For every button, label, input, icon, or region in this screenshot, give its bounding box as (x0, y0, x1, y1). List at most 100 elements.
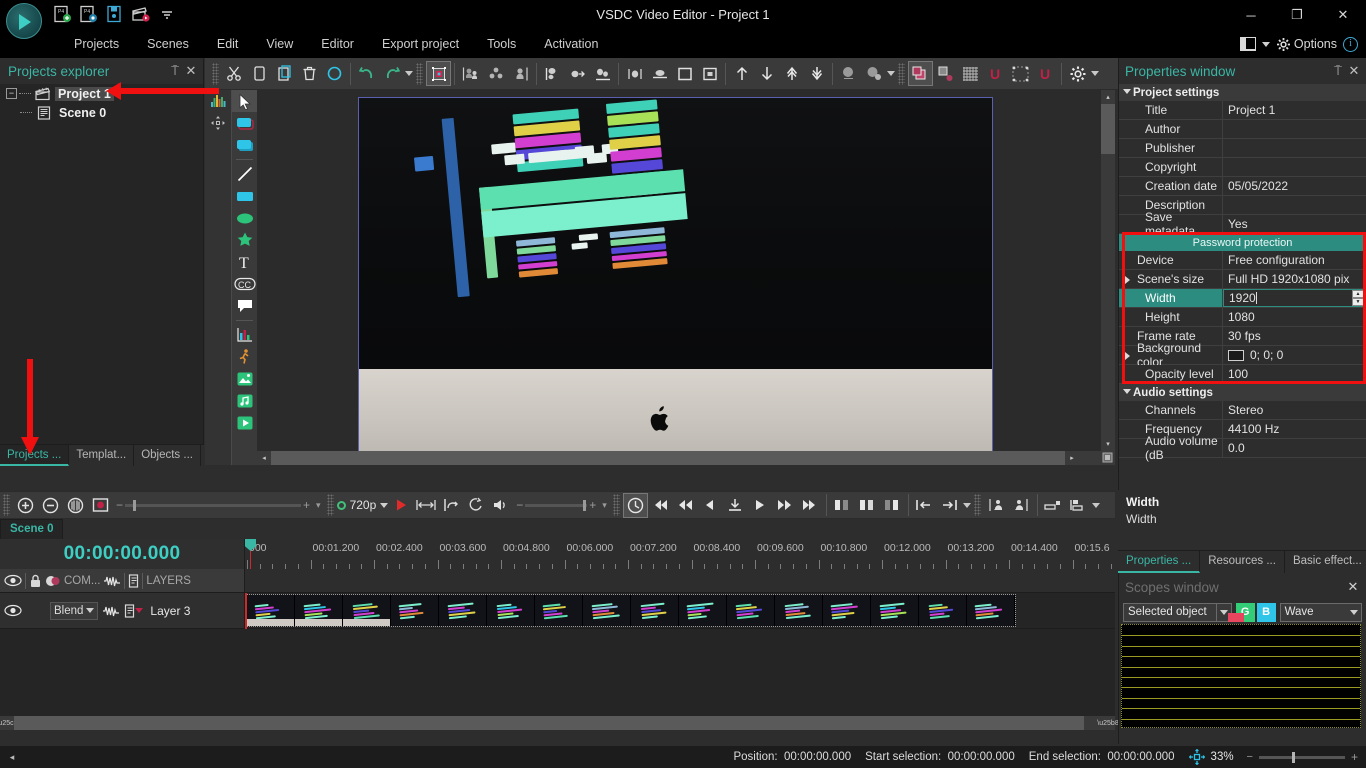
layer-visibility-eye-icon[interactable] (4, 604, 22, 617)
timeline-dropdown-icon[interactable] (1091, 502, 1100, 508)
playback-toolbar-grip[interactable] (326, 494, 334, 516)
move-up-icon[interactable] (729, 61, 754, 86)
chart-icon[interactable] (232, 324, 258, 346)
zoom-toolbar-grip[interactable] (3, 494, 10, 516)
settings-dropdown-icon[interactable] (1091, 71, 1099, 76)
spinner-down-icon[interactable]: ▼ (1352, 298, 1364, 306)
property-value[interactable] (1223, 139, 1366, 157)
volume-slider-track[interactable] (525, 499, 588, 511)
property-value[interactable]: 44100 Hz (1223, 420, 1366, 438)
timeline-track-area[interactable] (245, 593, 1115, 629)
transport-toolbar-grip[interactable] (612, 494, 620, 516)
timeline-scroll-thumb[interactable] (14, 716, 1084, 730)
timeline-playhead[interactable] (245, 539, 256, 569)
go-to-end-icon[interactable] (798, 493, 823, 518)
scopes-close-icon[interactable]: ✕ (1345, 579, 1361, 595)
add-keyframe-icon[interactable] (984, 493, 1009, 518)
scope-source-select[interactable]: Selected object (1123, 602, 1232, 622)
spinner-up-icon[interactable]: ▲ (1352, 290, 1364, 298)
snap-to-grid-icon[interactable] (933, 61, 958, 86)
layer-menu-dropdown-icon[interactable] (135, 608, 144, 613)
zoom-slider-knob[interactable] (133, 499, 137, 511)
status-zoom-plus[interactable]: + (1351, 750, 1358, 764)
audio-settings[interactable]: Audio settings (1119, 384, 1366, 401)
lock-icon[interactable] (29, 574, 42, 588)
trim-start-icon[interactable] (912, 493, 937, 518)
property-value[interactable]: Full HD 1920x1080 pix (1223, 270, 1366, 288)
zoom-region-icon[interactable] (88, 493, 113, 518)
property-row[interactable]: Height 1080 (1119, 308, 1366, 327)
timeline-zoom-slider[interactable]: − + ▾ (116, 498, 321, 512)
zoom-slider-dropdown-icon[interactable]: ▾ (316, 500, 321, 511)
tab-objects[interactable]: Objects ... (134, 445, 201, 466)
property-value[interactable]: 30 fps (1223, 327, 1366, 345)
scroll-right-icon[interactable]: ▸ (1065, 451, 1079, 465)
property-row[interactable]: Channels Stereo (1119, 401, 1366, 420)
property-row[interactable]: Copyright (1119, 158, 1366, 177)
undo-icon[interactable] (354, 61, 379, 86)
play-icon[interactable] (748, 493, 773, 518)
property-row[interactable]: Width 1920 ▲ ▼ (1119, 289, 1366, 308)
timeline-horizontal-scrollbar[interactable]: \u25c2 \u25b8 (0, 716, 1119, 730)
grid-icon[interactable] (908, 61, 933, 86)
tab-resources[interactable]: Resources ... (1200, 551, 1285, 573)
layout-dropdown-icon[interactable] (1261, 41, 1270, 47)
menu-activation[interactable]: Activation (530, 30, 612, 58)
rectangle-icon[interactable] (232, 185, 258, 207)
menu-view[interactable]: View (252, 30, 307, 58)
copy-icon[interactable] (247, 61, 272, 86)
add-image-icon[interactable] (232, 368, 258, 390)
time-mode-icon[interactable] (622, 492, 648, 518)
text-icon[interactable]: T (232, 251, 258, 273)
timeline-scroll-right-icon[interactable]: \u25b8 (1097, 716, 1119, 730)
preview-horizontal-scrollbar[interactable]: ◂ ▸ (257, 451, 1101, 465)
property-value[interactable]: 05/05/2022 (1223, 177, 1366, 195)
project-settings[interactable]: Project settings (1119, 84, 1366, 101)
property-row[interactable]: Opacity level 100 (1119, 365, 1366, 384)
fit-to-window-icon[interactable] (1188, 749, 1205, 765)
loop-start-icon[interactable] (438, 493, 463, 518)
resize-preview-icon[interactable] (413, 493, 438, 518)
property-row[interactable]: Creation date 05/05/2022 (1119, 177, 1366, 196)
set-marker-icon[interactable] (723, 493, 748, 518)
zoom-fit-icon[interactable] (63, 493, 88, 518)
ungroup-objects-icon[interactable] (508, 61, 533, 86)
property-row[interactable]: Background color 0; 0; 0 (1119, 341, 1366, 369)
property-row[interactable]: Publisher (1119, 139, 1366, 158)
split-right-icon[interactable] (880, 493, 905, 518)
center-in-frame-icon[interactable] (697, 61, 722, 86)
align-timeline-icon[interactable] (1066, 493, 1091, 518)
menu-tools[interactable]: Tools (473, 30, 530, 58)
align-center-vertical-icon[interactable] (647, 61, 672, 86)
zoom-in-icon[interactable] (13, 493, 38, 518)
sprite-icon[interactable] (232, 112, 258, 134)
duplicate-sprite-icon[interactable] (232, 134, 258, 156)
guides-icon[interactable] (958, 61, 983, 86)
speech-bubble-icon[interactable] (232, 295, 258, 317)
ellipse-icon[interactable] (322, 61, 347, 86)
ellipse-shape-icon[interactable] (232, 207, 258, 229)
volume-slider[interactable]: − + ▾ (516, 498, 607, 512)
cut-icon[interactable] (222, 61, 247, 86)
property-value[interactable]: 1080 (1223, 308, 1366, 326)
preview-vertical-scrollbar[interactable]: ▴ ▾ (1101, 90, 1115, 451)
options-label[interactable]: Options (1294, 37, 1337, 51)
gear-icon[interactable] (1276, 37, 1291, 52)
group-objects-icon[interactable] (458, 61, 483, 86)
blend-mode-select[interactable]: Blend (50, 601, 99, 620)
tree-label-project[interactable]: Project 1 (55, 86, 114, 101)
motion-icon[interactable] (232, 346, 258, 368)
scroll-down-icon[interactable]: ▾ (1101, 437, 1115, 451)
tab-properties[interactable]: Properties ... (1118, 551, 1201, 573)
property-row[interactable]: Device Free configuration (1119, 251, 1366, 270)
preview-canvas[interactable] (358, 97, 993, 455)
go-to-start-icon[interactable] (648, 493, 673, 518)
background-color-swatch[interactable] (1228, 349, 1244, 361)
timeline-clip[interactable] (246, 594, 1016, 627)
menu-editor[interactable]: Editor (307, 30, 368, 58)
property-value[interactable]: Project 1 (1223, 101, 1366, 119)
scroll-thumb-horizontal[interactable] (271, 451, 1077, 465)
blend-mode-icon[interactable] (45, 574, 61, 588)
property-row[interactable]: Save metadata Yes (1119, 210, 1366, 238)
align-left-icon[interactable] (540, 61, 565, 86)
